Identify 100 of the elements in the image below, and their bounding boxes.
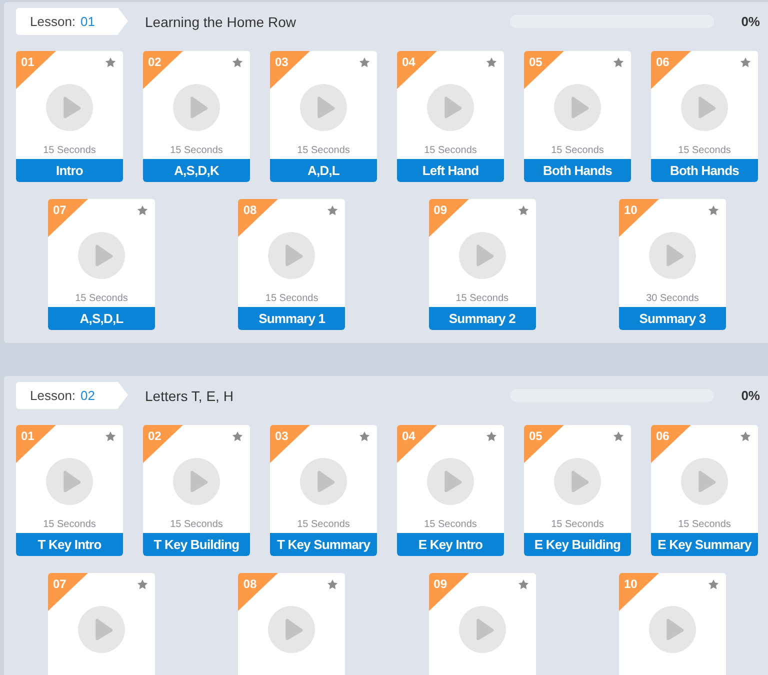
video-title-button[interactable]: E Key Summary — [651, 533, 758, 556]
video-card[interactable]: 08 15 Seconds Summary 1 — [238, 199, 346, 330]
duration-label: 15 Seconds — [678, 519, 731, 531]
play-icon[interactable] — [554, 458, 601, 505]
play-icon[interactable] — [554, 84, 601, 131]
star-icon[interactable] — [327, 579, 338, 590]
video-card[interactable]: 06 15 Seconds E Key Summary — [651, 425, 758, 556]
play-icon[interactable] — [458, 606, 506, 653]
star-icon[interactable] — [740, 431, 751, 442]
play-icon[interactable] — [46, 458, 93, 505]
play-icon[interactable] — [300, 458, 347, 505]
star-icon[interactable] — [232, 431, 243, 442]
play-icon[interactable] — [300, 84, 347, 131]
video-card[interactable]: 05 15 Seconds Both Hands — [524, 51, 631, 182]
video-title-button[interactable]: Intro — [16, 159, 123, 182]
video-card[interactable]: 06 15 Seconds Both Hands — [651, 51, 758, 182]
video-title-button[interactable]: Both Hands — [524, 159, 631, 182]
video-card[interactable]: 02 15 Seconds A,S,D,K — [143, 51, 250, 182]
play-icon[interactable] — [173, 84, 220, 131]
video-title-button[interactable]: A,D,L — [270, 159, 377, 182]
duration-label: 15 Seconds — [170, 519, 223, 531]
video-card[interactable]: 10 — [618, 573, 726, 675]
duration-label: 15 Seconds — [297, 519, 350, 531]
video-title-button[interactable]: E Key Building — [524, 533, 631, 556]
star-icon[interactable] — [613, 57, 624, 68]
star-icon[interactable] — [327, 205, 338, 216]
star-icon[interactable] — [613, 431, 624, 442]
star-icon[interactable] — [486, 57, 497, 68]
video-title-button[interactable]: A,S,D,K — [143, 159, 250, 182]
star-icon[interactable] — [359, 57, 370, 68]
video-number: 04 — [402, 55, 416, 69]
star-icon[interactable] — [105, 57, 116, 68]
star-icon[interactable] — [740, 57, 751, 68]
video-card[interactable]: 05 15 Seconds E Key Building — [524, 425, 631, 556]
star-icon[interactable] — [137, 205, 148, 216]
duration-label: 15 Seconds — [75, 293, 128, 305]
star-icon[interactable] — [137, 579, 148, 590]
video-title-button[interactable]: Summary 3 — [618, 307, 726, 330]
star-icon[interactable] — [518, 205, 529, 216]
video-card[interactable]: 10 30 Seconds Summary 3 — [618, 199, 726, 330]
video-card[interactable]: 02 15 Seconds T Key Building — [143, 425, 250, 556]
video-title-button[interactable]: T Key Summary — [270, 533, 377, 556]
play-icon[interactable] — [648, 232, 696, 279]
video-number: 07 — [53, 203, 66, 217]
video-card[interactable]: 09 15 Seconds Summary 2 — [428, 199, 536, 330]
lesson-label: Lesson: — [30, 388, 76, 403]
video-card[interactable]: 04 15 Seconds Left Hand — [397, 51, 504, 182]
star-icon[interactable] — [486, 431, 497, 442]
video-number: 01 — [21, 429, 34, 443]
play-icon[interactable] — [268, 232, 316, 279]
duration-label: 15 Seconds — [265, 293, 318, 305]
lesson-number: 02 — [80, 388, 96, 403]
play-icon[interactable] — [78, 232, 125, 279]
play-icon[interactable] — [173, 458, 220, 505]
video-card[interactable]: 07 15 Seconds A,S,D,L — [48, 199, 155, 330]
video-number: 02 — [148, 55, 162, 69]
video-title-button[interactable]: E Key Intro — [397, 533, 504, 556]
star-icon[interactable] — [708, 205, 719, 216]
video-card[interactable]: 03 15 Seconds A,D,L — [270, 51, 377, 182]
star-icon[interactable] — [518, 579, 529, 590]
play-icon[interactable] — [46, 84, 93, 131]
video-title-button[interactable]: Both Hands — [651, 159, 758, 182]
video-title-button[interactable]: T Key Intro — [16, 533, 123, 556]
duration-label: 15 Seconds — [43, 145, 96, 157]
star-icon[interactable] — [708, 579, 719, 590]
duration-label: 15 Seconds — [170, 145, 223, 157]
video-card[interactable]: 01 15 Seconds Intro — [16, 51, 123, 182]
video-number: 09 — [434, 577, 448, 591]
star-icon[interactable] — [359, 431, 370, 442]
video-title-button[interactable]: Summary 1 — [238, 307, 346, 330]
video-card[interactable]: 08 — [238, 573, 346, 675]
star-icon[interactable] — [232, 57, 243, 68]
video-number: 05 — [529, 55, 542, 69]
play-icon[interactable] — [648, 606, 696, 653]
play-icon[interactable] — [681, 458, 728, 505]
video-title-button[interactable]: A,S,D,L — [48, 307, 155, 330]
video-card[interactable]: 01 15 Seconds T Key Intro — [16, 425, 123, 556]
play-icon[interactable] — [427, 84, 474, 131]
video-card[interactable]: 07 — [48, 573, 155, 675]
duration-label: 15 Seconds — [424, 519, 477, 531]
play-icon[interactable] — [681, 84, 728, 131]
progress-percent: 0% — [740, 14, 760, 29]
play-icon[interactable] — [268, 606, 316, 653]
duration-label: 15 Seconds — [678, 145, 731, 157]
video-number: 06 — [656, 55, 670, 69]
duration-label: 15 Seconds — [551, 519, 604, 531]
star-icon[interactable] — [105, 431, 116, 442]
lesson-title: Learning the Home Row — [145, 14, 296, 30]
progress-percent: 0% — [740, 388, 760, 403]
video-card[interactable]: 04 15 Seconds E Key Intro — [397, 425, 504, 556]
play-icon[interactable] — [427, 458, 474, 505]
duration-label: 15 Seconds — [551, 145, 604, 157]
play-icon[interactable] — [458, 232, 506, 279]
video-card[interactable]: 03 15 Seconds T Key Summary — [270, 425, 377, 556]
video-card[interactable]: 09 — [428, 573, 536, 675]
video-title-button[interactable]: Summary 2 — [428, 307, 536, 330]
video-title-button[interactable]: T Key Building — [143, 533, 250, 556]
video-title-button[interactable]: Left Hand — [397, 159, 504, 182]
video-number: 08 — [243, 577, 257, 591]
play-icon[interactable] — [78, 606, 125, 653]
